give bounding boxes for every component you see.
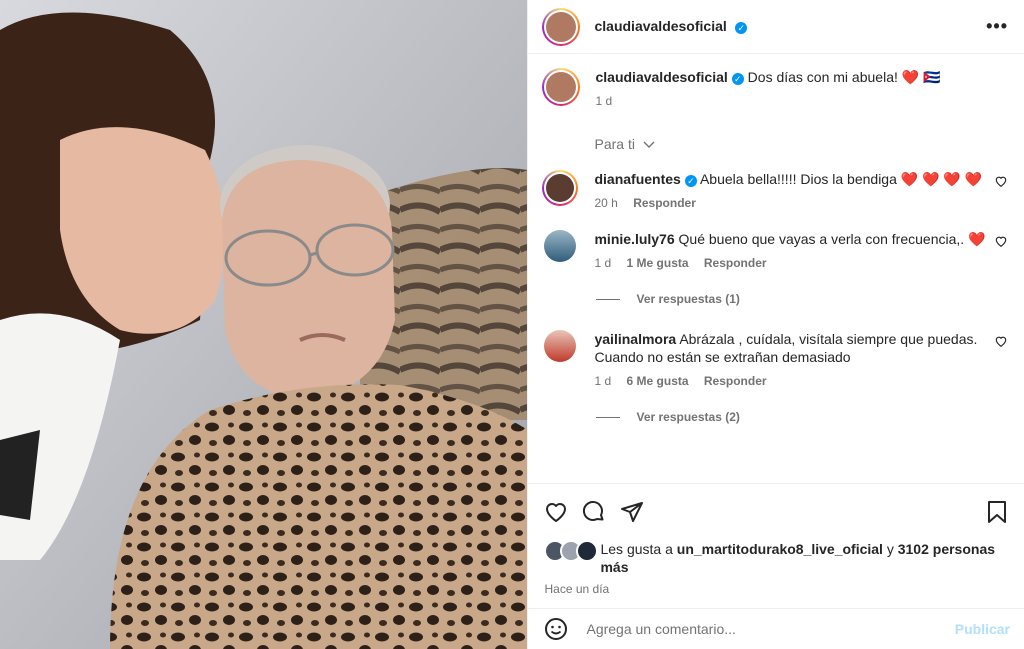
commenter-avatar[interactable]: [542, 170, 579, 206]
post-header: claudiavaldesoficial ✓ •••: [528, 0, 1024, 54]
comment-text: Qué bueno que vayas a verla con frecuenc…: [678, 231, 986, 247]
add-comment-bar: Publicar: [528, 608, 1024, 649]
comment-icon[interactable]: [582, 500, 606, 524]
chevron-down-icon: [643, 141, 655, 148]
bookmark-icon[interactable]: [986, 500, 1008, 524]
comment-age[interactable]: 20 h: [594, 196, 617, 210]
comment-filter[interactable]: Para ti: [594, 136, 1008, 152]
comment-item: yailinalmora Abrázala , cuídala, visítal…: [542, 330, 1008, 390]
caption-username[interactable]: claudiavaldesoficial: [595, 69, 727, 85]
filter-label: Para ti: [594, 136, 635, 152]
caption-text: Dos días con mi abuela! ❤️ 🇨🇺: [747, 69, 941, 85]
view-replies-button[interactable]: Ver respuestas (2): [596, 410, 1008, 424]
reply-button[interactable]: Responder: [633, 196, 696, 210]
photo-illustration: [0, 0, 528, 649]
comment-item: dianafuentes ✓ Abuela bella!!!!! Dios la …: [542, 170, 1008, 212]
likes-and: y: [886, 541, 894, 557]
reply-button[interactable]: Responder: [704, 374, 767, 388]
comment-username[interactable]: yailinalmora: [594, 331, 676, 347]
commenter-avatar[interactable]: [544, 330, 577, 362]
post-time[interactable]: Hace un día: [528, 576, 1024, 608]
action-bar: [528, 483, 1024, 540]
comment-username[interactable]: minie.luly76: [594, 231, 674, 247]
post-side-panel: claudiavaldesoficial ✓ ••• claudiavaldes…: [527, 0, 1024, 649]
comment-username[interactable]: dianafuentes: [594, 171, 680, 187]
more-icon[interactable]: •••: [986, 16, 1008, 37]
commenter-avatar[interactable]: [544, 230, 577, 262]
comment-input[interactable]: [584, 620, 955, 638]
heart-icon[interactable]: [994, 234, 1008, 248]
comment-item: minie.luly76 Qué bueno que vayas a verla…: [542, 230, 1008, 272]
likes-prefix: Les gusta a: [600, 541, 673, 557]
verified-icon: ✓: [684, 175, 697, 187]
verified-icon: ✓: [731, 73, 744, 85]
likes-summary: Les gusta a un_martitodurako8_live_ofici…: [528, 540, 1024, 576]
post-photo[interactable]: [0, 0, 528, 649]
comment-likes[interactable]: 1 Me gusta: [627, 256, 689, 270]
comment-age[interactable]: 1 d: [594, 374, 611, 388]
heart-icon[interactable]: [994, 334, 1008, 348]
caption-avatar[interactable]: [542, 68, 581, 106]
caption: claudiavaldesoficial ✓ Dos días con mi ab…: [542, 54, 1008, 110]
view-replies-button[interactable]: Ver respuestas (1): [596, 292, 1008, 306]
caption-age[interactable]: 1 d: [595, 94, 612, 108]
heart-icon[interactable]: [544, 500, 568, 524]
likes-user[interactable]: un_martitodurako8_live_oficial: [677, 541, 883, 557]
share-icon[interactable]: [620, 500, 644, 524]
comments-list[interactable]: claudiavaldesoficial ✓ Dos días con mi ab…: [528, 54, 1024, 483]
reply-button[interactable]: Responder: [704, 256, 767, 270]
post-viewer: claudiavaldesoficial ✓ ••• claudiavaldes…: [0, 0, 1024, 649]
comment-age[interactable]: 1 d: [594, 256, 611, 270]
verified-icon: ✓: [735, 21, 748, 34]
comment-text: Abuela bella!!!!! Dios la bendiga ❤️ ❤️ …: [699, 171, 983, 187]
publish-button[interactable]: Publicar: [955, 621, 1010, 637]
author-avatar[interactable]: [542, 7, 581, 46]
author-username[interactable]: claudiavaldesoficial ✓: [594, 18, 748, 36]
liker-avatars[interactable]: [544, 540, 599, 576]
emoji-icon[interactable]: [544, 617, 568, 641]
comment-likes[interactable]: 6 Me gusta: [627, 374, 689, 388]
heart-icon[interactable]: [994, 174, 1008, 188]
